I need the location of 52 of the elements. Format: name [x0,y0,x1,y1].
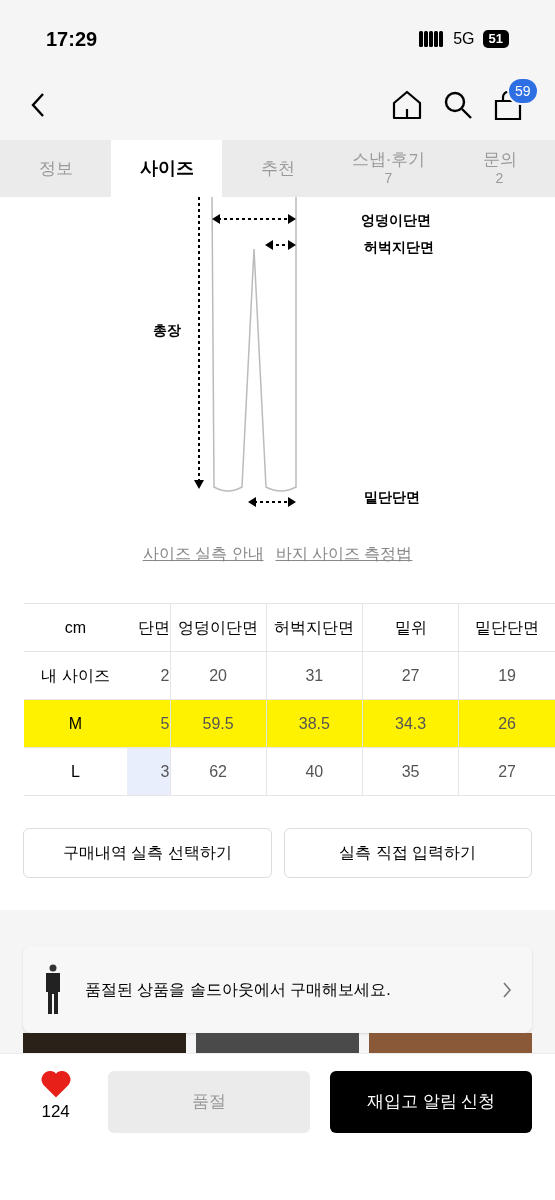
measurement-button[interactable]: 구매내역 실측 선택하기 [23,828,272,878]
table-cell: 3 [127,747,170,796]
column-header: cm [24,603,127,652]
table-cell: 59.5 [170,699,267,748]
guide-link[interactable]: 바지 사이즈 측정법 [275,542,413,582]
measurement-label: 엉덩이단면 [361,211,431,230]
tab[interactable]: 정보 [0,140,111,197]
column-header: 엉덩이단면 [170,603,267,652]
column-header: 밑위 [362,603,459,652]
tab[interactable]: 사이즈 [111,140,222,197]
table-cell: 27 [458,747,555,796]
measurement-button[interactable]: 실측 직접 입력하기 [283,828,532,878]
back-icon[interactable] [30,92,46,118]
battery-indicator: 51 [482,30,509,48]
column-header: 밑단단면 [458,603,555,652]
tab[interactable]: 문의 2 [444,140,555,197]
person-silhouette-icon [43,963,63,1016]
measurement-label: 허벅지단면 [364,238,434,257]
cart-count-badge: 59 [507,77,539,105]
signal-icon [419,31,446,47]
table-cell: 19 [458,651,555,700]
table-cell: 26 [458,699,555,748]
tab[interactable]: 추천 [222,140,333,197]
toast-banner[interactable]: 품절된 상품을 솔드아웃에서 구매해보세요. [23,946,532,1033]
table-cell: 2 [127,651,170,700]
column-header: 허벅지단면 [266,603,363,652]
table-cell: 40 [266,747,363,796]
column-header: 단면 [127,603,170,652]
table-cell: 5 [127,699,170,748]
likes-count: 124 [41,1101,70,1123]
toast-message: 품절된 상품을 솔드아웃에서 구매해보세요. [85,979,392,1000]
home-icon[interactable] [391,89,423,121]
table-cell: M [24,699,127,748]
status-time: 17:29 [46,27,98,52]
table-cell: 31 [266,651,363,700]
table-cell: 34.3 [362,699,459,748]
table-cell: 35 [362,747,459,796]
measurement-label: 밑단단면 [364,488,420,507]
guide-link[interactable]: 사이즈 실측 안내 [142,542,264,582]
table-cell: L [24,747,127,796]
network-label: 5G [453,29,475,49]
measurement-label: 총장 [153,321,181,340]
heart-icon[interactable] [40,1071,71,1097]
chevron-right-icon [502,980,512,999]
restock-alert-button[interactable]: 재입고 알림 신청 [330,1071,532,1133]
table-cell: 20 [170,651,267,700]
table-cell: 38.5 [266,699,363,748]
search-icon[interactable] [443,90,473,120]
table-cell: 27 [362,651,459,700]
table-cell: 62 [170,747,267,796]
table-cell: 내 사이즈 [24,651,127,700]
tab[interactable]: 스냅·후기 7 [333,140,444,197]
